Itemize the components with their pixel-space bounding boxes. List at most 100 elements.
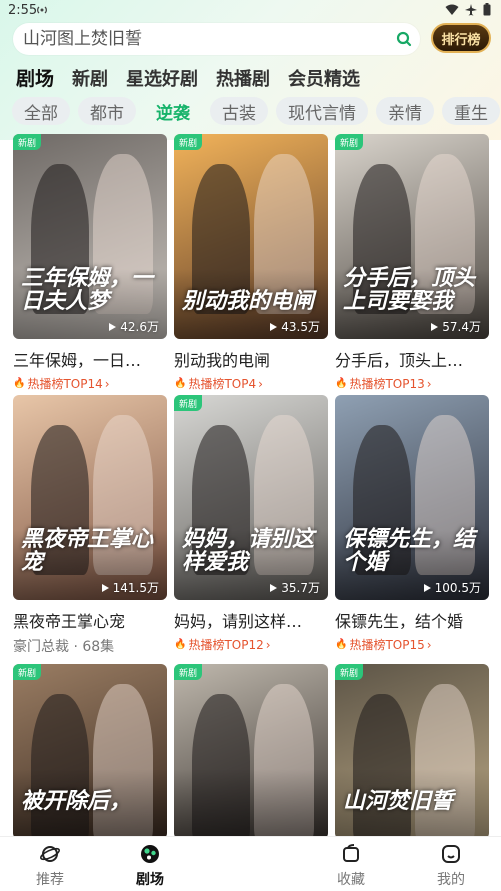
- ranking-button-label: 排行榜: [441, 32, 481, 48]
- collection-icon: [343, 844, 359, 862]
- planet-icon: [40, 846, 60, 862]
- hot-rank-tag: 🔥 热播榜TOP4 ›: [174, 375, 328, 392]
- hot-rank-tag: 🔥 热播榜TOP12 ›: [174, 636, 328, 653]
- drama-poster[interactable]: 黑夜帝王掌心宠 141.5万: [13, 395, 167, 600]
- new-badge: 新剧: [13, 664, 42, 680]
- view-count-text: 42.6万: [120, 320, 159, 334]
- chevron-right-icon: ›: [104, 376, 110, 391]
- drama-card[interactable]: 新剧分手后，顶头上司要娶我 57.4万分手后，顶头上… 🔥 热播榜TOP13 ›: [335, 134, 489, 392]
- drama-subtitle-text: 热播榜TOP15: [349, 638, 425, 652]
- search-icon[interactable]: [396, 31, 412, 47]
- drama-card[interactable]: 新剧 妈妈，请别这样爱我 35.7万 妈妈，请别这样… 🔥 热播榜TOP12 ›: [174, 395, 328, 653]
- theater-icon: [141, 845, 159, 863]
- fire-icon: 🔥: [335, 639, 348, 650]
- bottom-nav: 推荐 剧场 收藏 我的: [0, 836, 501, 891]
- nav-recommend-label: 推荐: [36, 872, 64, 888]
- nav-profile-label: 我的: [437, 872, 465, 888]
- nav-collection-label: 收藏: [337, 872, 365, 888]
- drama-poster[interactable]: 新剧 三年保姆，一日夫人梦 42.6万: [13, 134, 167, 339]
- search-input[interactable]: [23, 29, 383, 49]
- new-badge: 新剧: [174, 134, 203, 150]
- new-badge: 新剧: [174, 664, 203, 680]
- drama-card[interactable]: 新剧 三年保姆，一日夫人梦 42.6万 三年保姆，一日… 🔥 热播榜TOP14 ›: [13, 134, 167, 392]
- genre-chip-comeback[interactable]: 逆袭: [144, 97, 202, 125]
- view-count-text: 100.5万: [434, 581, 481, 595]
- drama-card[interactable]: 新剧 被开除后，: [13, 664, 167, 839]
- new-badge: 新剧: [335, 664, 364, 680]
- genre-chip-costume[interactable]: 古装: [210, 97, 268, 125]
- hot-rank-tag: 🔥 热播榜TOP14 ›: [13, 375, 167, 392]
- chevron-right-icon: ›: [426, 637, 432, 652]
- view-count-text: 35.7万: [281, 581, 320, 595]
- drama-title[interactable]: 妈妈，请别这样…: [174, 608, 328, 632]
- tab-vip[interactable]: 会员精选: [288, 65, 360, 91]
- drama-card[interactable]: 保镖先生，结个婚 100.5万保镖先生，结个婚 🔥 热播榜TOP15 ›: [335, 395, 489, 653]
- genre-chip-family[interactable]: 亲情: [376, 97, 434, 125]
- genre-chip-all[interactable]: 全部: [12, 97, 70, 125]
- hot-rank-tag: 🔥 热播榜TOP15 ›: [335, 636, 489, 653]
- drama-poster[interactable]: 新剧山河焚旧誓: [335, 664, 489, 839]
- drama-title[interactable]: 分手后，顶头上…: [335, 347, 489, 371]
- drama-poster[interactable]: 新剧: [174, 664, 328, 839]
- play-icon: [270, 583, 278, 592]
- view-count: 42.6万: [107, 318, 159, 335]
- drama-poster[interactable]: 新剧 妈妈，请别这样爱我 35.7万: [174, 395, 328, 600]
- drama-title[interactable]: 保镖先生，结个婚: [335, 608, 489, 632]
- play-icon: [101, 583, 109, 592]
- drama-subtitle-text: 热播榜TOP4: [188, 377, 257, 391]
- fire-icon: 🔥: [335, 378, 348, 389]
- tab-hot[interactable]: 热播剧: [216, 65, 270, 91]
- poster-title-art: 别动我的电闸: [182, 288, 315, 314]
- drama-card[interactable]: 新剧山河焚旧誓: [335, 664, 489, 839]
- tab-star-picks[interactable]: 星选好剧: [126, 65, 198, 91]
- view-count: 57.4万: [429, 318, 481, 335]
- drama-title[interactable]: 黑夜帝王掌心宠: [13, 608, 167, 632]
- view-count-text: 43.5万: [281, 320, 320, 334]
- view-count-text: 57.4万: [442, 320, 481, 334]
- drama-subtitle-text: 豪门总裁 · 68集: [13, 639, 115, 655]
- search-bar[interactable]: [13, 23, 420, 55]
- chevron-right-icon: ›: [426, 376, 432, 391]
- poster-title-art: 山河焚旧誓: [343, 788, 454, 814]
- drama-card[interactable]: 黑夜帝王掌心宠 141.5万黑夜帝王掌心宠豪门总裁 · 68集: [13, 395, 167, 656]
- battery-icon: [483, 3, 491, 16]
- fire-icon: 🔥: [13, 378, 26, 389]
- nav-theater[interactable]: 剧场: [120, 843, 180, 889]
- genre-chip-rebirth[interactable]: 重生: [442, 97, 500, 125]
- chevron-right-icon: ›: [265, 637, 271, 652]
- drama-meta: 豪门总裁 · 68集: [13, 636, 167, 656]
- view-count: 43.5万: [268, 318, 320, 335]
- drama-title[interactable]: 别动我的电闸: [174, 347, 328, 371]
- new-badge: 新剧: [335, 134, 364, 150]
- tab-new[interactable]: 新剧: [72, 65, 108, 91]
- drama-poster[interactable]: 新剧别动我的电闸 43.5万: [174, 134, 328, 339]
- ranking-button[interactable]: 排行榜: [431, 23, 491, 53]
- tab-theater[interactable]: 剧场: [16, 64, 54, 91]
- nav-recommend[interactable]: 推荐: [20, 843, 80, 889]
- poster-title-art: 三年保姆，一日夫人梦: [21, 265, 154, 314]
- drama-card[interactable]: 新剧 别动我的电闸 43.5万 别动我的电闸 🔥 热播榜TOP4 ›: [174, 134, 328, 392]
- main-tabs: 剧场 新剧 星选好剧 热播剧 会员精选: [16, 64, 360, 94]
- nav-collection[interactable]: 收藏: [321, 843, 381, 889]
- play-icon: [109, 322, 117, 331]
- view-count: 100.5万: [422, 579, 481, 596]
- genre-chip-modern-romance[interactable]: 现代言情: [276, 97, 368, 125]
- poster-title-art: 妈妈，请别这样爱我: [182, 526, 315, 575]
- drama-poster[interactable]: 保镖先生，结个婚 100.5万: [335, 395, 489, 600]
- wifi-icon: [445, 4, 459, 15]
- fire-icon: 🔥: [174, 378, 187, 389]
- drama-subtitle-text: 热播榜TOP14: [27, 377, 103, 391]
- status-time: 2:55: [8, 3, 38, 18]
- drama-poster[interactable]: 新剧 被开除后，: [13, 664, 167, 839]
- poster-title-art: 分手后，顶头上司要娶我: [343, 265, 476, 314]
- genre-chip-urban[interactable]: 都市: [78, 97, 136, 125]
- nav-profile[interactable]: 我的: [421, 843, 481, 889]
- hot-rank-tag: 🔥 热播榜TOP13 ›: [335, 375, 489, 392]
- play-icon: [431, 322, 439, 331]
- drama-title[interactable]: 三年保姆，一日…: [13, 347, 167, 371]
- view-count: 141.5万: [100, 579, 159, 596]
- drama-poster[interactable]: 新剧分手后，顶头上司要娶我 57.4万: [335, 134, 489, 339]
- nav-theater-label: 剧场: [136, 872, 164, 888]
- status-bar: 2:55: [0, 0, 501, 22]
- drama-card[interactable]: 新剧: [174, 664, 328, 839]
